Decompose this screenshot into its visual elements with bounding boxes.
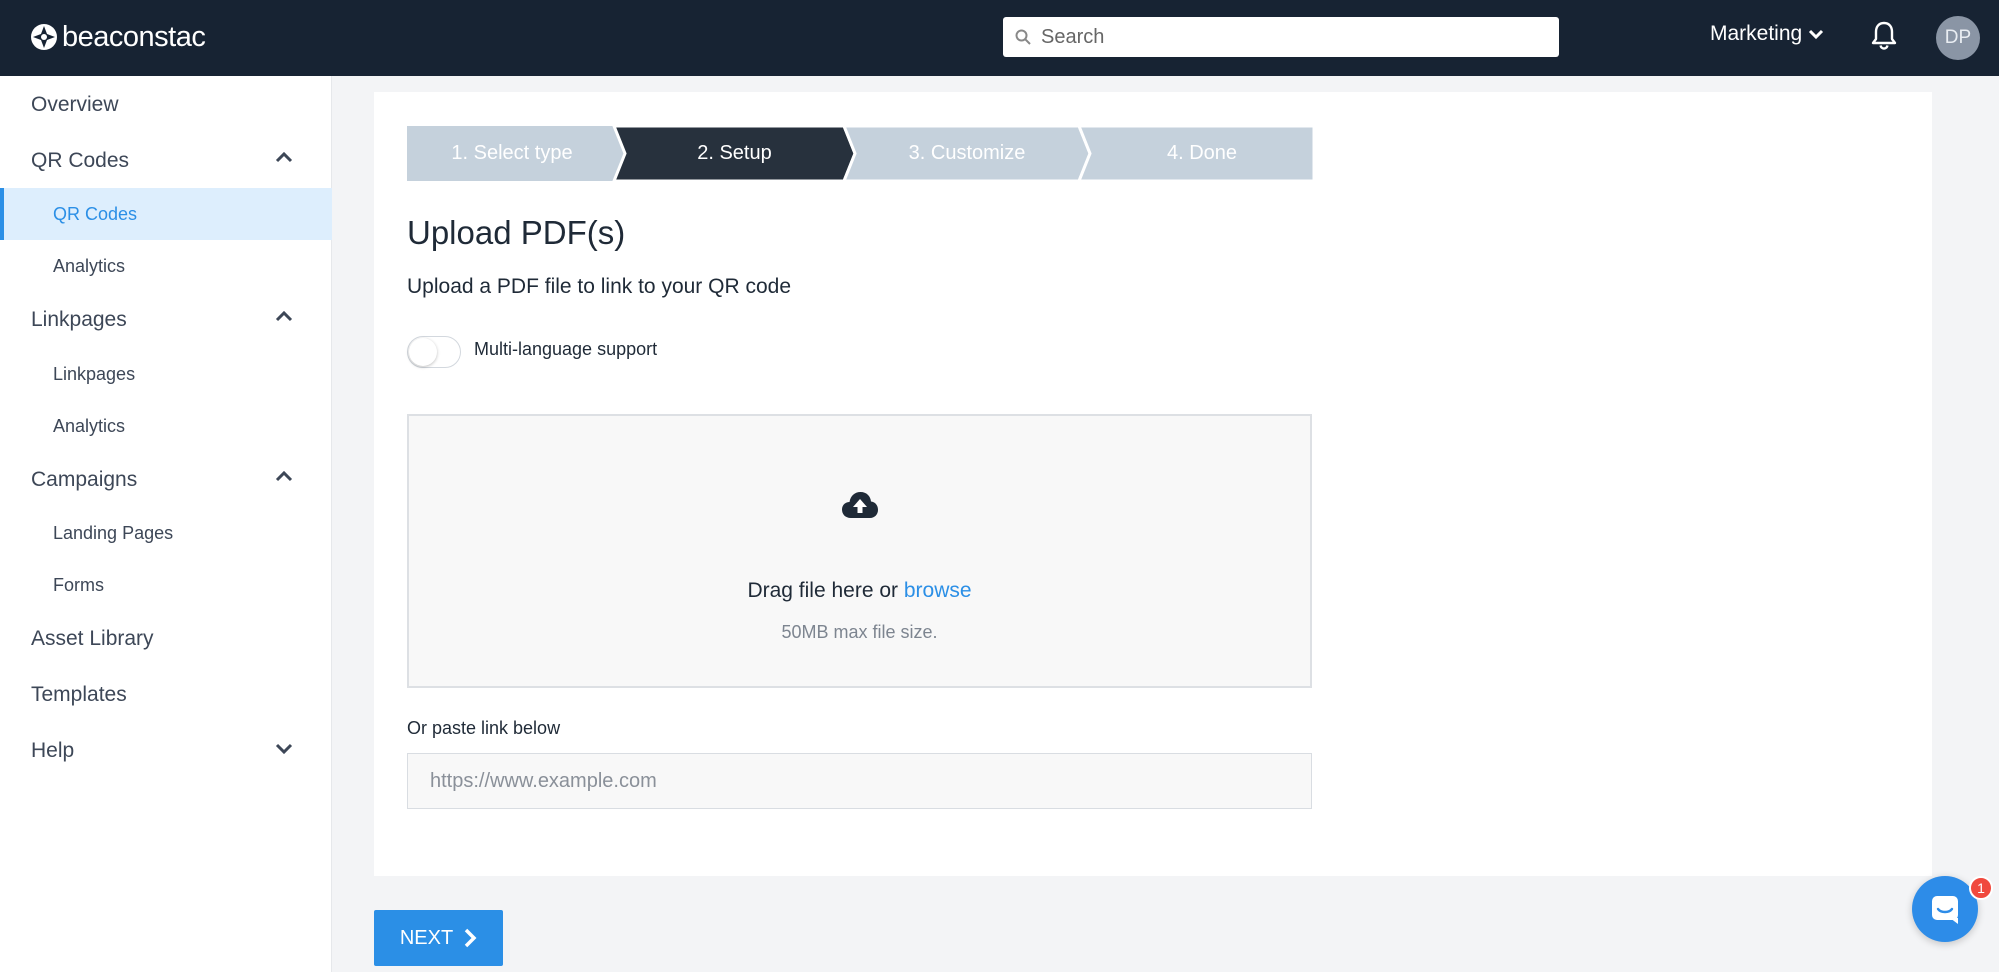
sidebar-subitem-label: Linkpages	[53, 363, 136, 384]
sidebar-subitem-qr-codes[interactable]: QR Codes	[0, 188, 332, 240]
sidebar-item-asset-library[interactable]: Asset Library	[31, 627, 154, 651]
sidebar-item-linkpages[interactable]: Linkpages	[31, 308, 127, 332]
chevron-right-icon	[464, 928, 477, 948]
brand-logo[interactable]: beaconstac	[30, 20, 206, 54]
sidebar-item-templates[interactable]: Templates	[31, 683, 127, 707]
chat-notification-badge: 1	[1969, 876, 1993, 900]
page-subtitle: Upload a PDF file to link to your QR cod…	[407, 275, 792, 298]
org-label: Marketing	[1710, 22, 1803, 45]
file-dropzone[interactable]: Drag file here or browse 50MB max file s…	[407, 414, 1312, 688]
sidebar-subitem-label: Analytics	[53, 255, 126, 276]
chevron-up-icon[interactable]	[274, 309, 294, 323]
wizard-stepper: 1. Select type 2. Setup 3. Customize 4. …	[407, 126, 1314, 181]
paste-link-label: Or paste link below	[407, 718, 561, 738]
step-done[interactable]: 4. Done	[1090, 126, 1314, 181]
sidebar-subitem-label: Landing Pages	[53, 522, 174, 543]
avatar[interactable]: DP	[1936, 16, 1980, 60]
sidebar-item-qr-codes[interactable]: QR Codes	[31, 149, 129, 173]
notifications-bell[interactable]	[1870, 20, 1898, 55]
max-file-size-note: 50MB max file size.	[781, 622, 938, 642]
step-setup[interactable]: 2. Setup	[625, 126, 844, 181]
pdf-link-input[interactable]	[407, 753, 1312, 809]
avatar-initials: DP	[1944, 27, 1972, 48]
chevron-up-icon[interactable]	[274, 469, 294, 483]
search-icon	[1015, 29, 1031, 45]
browse-link[interactable]: browse	[904, 579, 972, 602]
step-customize[interactable]: 3. Customize	[855, 126, 1079, 181]
toggle-knob	[409, 338, 437, 366]
search-box[interactable]	[1003, 17, 1559, 57]
multi-language-toggle[interactable]	[407, 336, 461, 368]
bell-icon	[1871, 21, 1897, 50]
beaconstac-logo-icon	[31, 24, 57, 50]
sidebar-subitem-linkpages[interactable]: Linkpages	[0, 348, 332, 400]
sidebar-item-overview[interactable]: Overview	[31, 93, 119, 117]
top-bar: beaconstac Marketing DP	[0, 0, 1999, 76]
org-switcher[interactable]: Marketing	[1710, 22, 1824, 46]
chevron-down-icon	[1809, 29, 1824, 40]
sidebar-subitem-qr-analytics[interactable]: Analytics	[0, 240, 332, 292]
next-button[interactable]: NEXT	[374, 910, 503, 966]
brand-name: beaconstac	[62, 20, 206, 53]
drag-instructions: Drag file here or browse	[409, 579, 1310, 603]
sidebar: Overview QR Codes QR Codes Analytics Lin…	[0, 76, 332, 972]
chevron-down-icon[interactable]	[274, 742, 294, 756]
sidebar-item-campaigns[interactable]: Campaigns	[31, 468, 137, 492]
search-input[interactable]	[1039, 24, 1543, 50]
sidebar-subitem-linkpages-analytics[interactable]: Analytics	[0, 400, 332, 452]
drag-text: Drag file here or	[747, 579, 899, 602]
next-button-label: NEXT	[399, 926, 454, 949]
chat-icon	[1932, 896, 1958, 924]
sidebar-subitem-landing-pages[interactable]: Landing Pages	[0, 507, 332, 559]
sidebar-item-help[interactable]: Help	[31, 739, 74, 763]
page-title: Upload PDF(s)	[407, 214, 626, 251]
chevron-up-icon[interactable]	[274, 150, 294, 164]
multi-language-label: Multi-language support	[474, 339, 658, 359]
sidebar-subitem-forms[interactable]: Forms	[0, 559, 332, 611]
sidebar-subitem-label: Analytics	[53, 415, 126, 436]
sidebar-subitem-label: QR Codes	[53, 203, 138, 224]
step-select-type[interactable]: 1. Select type	[407, 126, 617, 181]
sidebar-subitem-label: Forms	[53, 574, 104, 595]
cloud-upload-icon	[842, 492, 878, 518]
